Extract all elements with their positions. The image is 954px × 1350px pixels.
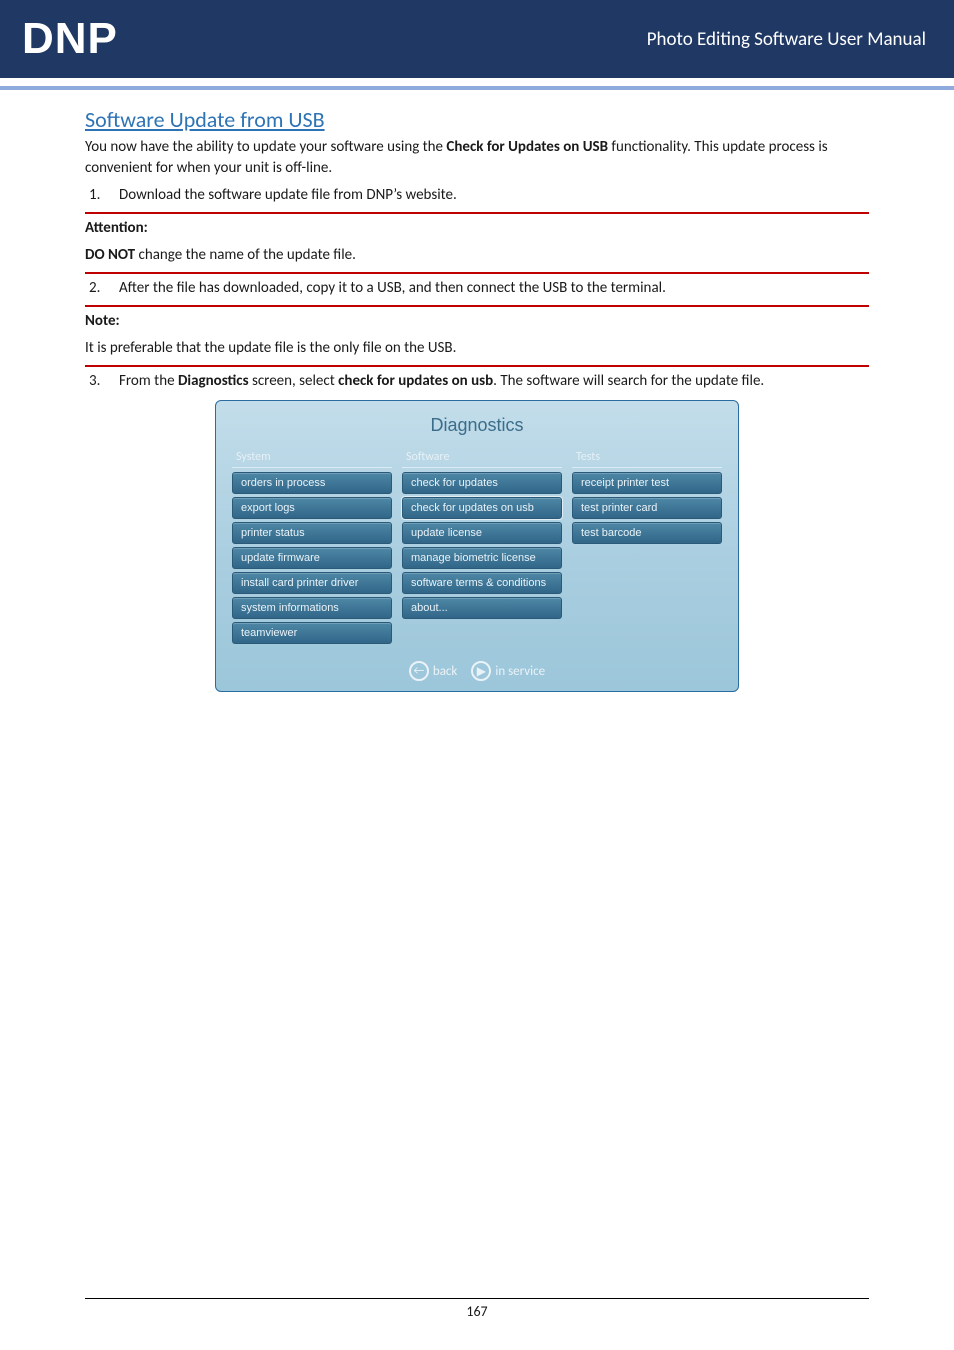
step-2-text: After the file has downloaded, copy it t… bbox=[119, 278, 869, 299]
step-3-text: From the Diagnostics screen, select chec… bbox=[119, 371, 869, 392]
column-software-head: Software bbox=[402, 448, 562, 468]
diagnostics-screenshot: Diagnostics System orders in process exp… bbox=[215, 400, 739, 692]
back-label: back bbox=[433, 664, 457, 679]
diagnostics-title: Diagnostics bbox=[226, 415, 728, 436]
content-area: Software Update from USB You now have th… bbox=[0, 90, 954, 692]
manage-biometric-license-button[interactable]: manage biometric license bbox=[402, 547, 562, 569]
step-1-number: 1. bbox=[85, 185, 119, 206]
attention-rule-top bbox=[85, 212, 869, 214]
intro-paragraph: You now have the ability to update your … bbox=[85, 137, 869, 179]
in-service-button[interactable]: ▶ in service bbox=[471, 661, 545, 681]
check-for-updates-button[interactable]: check for updates bbox=[402, 472, 562, 494]
diagnostics-panel: Diagnostics System orders in process exp… bbox=[215, 400, 739, 692]
intro-prefix: You now have the ability to update your … bbox=[85, 138, 446, 156]
system-informations-button[interactable]: system informations bbox=[232, 597, 392, 619]
step-2-number: 2. bbox=[85, 278, 119, 299]
test-printer-card-button[interactable]: test printer card bbox=[572, 497, 722, 519]
about-button[interactable]: about... bbox=[402, 597, 562, 619]
intro-bold: Check for Updates on USB bbox=[446, 138, 608, 156]
column-system: System orders in process export logs pri… bbox=[232, 448, 392, 647]
section-heading: Software Update from USB bbox=[85, 106, 869, 133]
step-3-mid: screen, select bbox=[249, 372, 339, 390]
check-for-updates-on-usb-button[interactable]: check for updates on usb bbox=[402, 497, 562, 519]
note-rule-top bbox=[85, 305, 869, 307]
column-software: Software check for updates check for upd… bbox=[402, 448, 562, 647]
update-firmware-button[interactable]: update firmware bbox=[232, 547, 392, 569]
header-title: Photo Editing Software User Manual bbox=[647, 28, 926, 51]
back-arrow-icon: ← bbox=[409, 661, 429, 681]
step-3-prefix: From the bbox=[119, 372, 178, 390]
test-barcode-button[interactable]: test barcode bbox=[572, 522, 722, 544]
export-logs-button[interactable]: export logs bbox=[232, 497, 392, 519]
step-3-suffix: . The software will search for the updat… bbox=[493, 372, 764, 390]
footer-rule bbox=[85, 1298, 869, 1299]
attention-rest: change the name of the update file. bbox=[135, 246, 356, 264]
page-number: 167 bbox=[85, 1303, 869, 1320]
teamviewer-button[interactable]: teamviewer bbox=[232, 622, 392, 644]
step-3-bold-1: Diagnostics bbox=[178, 372, 249, 390]
install-card-printer-driver-button[interactable]: install card printer driver bbox=[232, 572, 392, 594]
in-service-label: in service bbox=[495, 664, 545, 679]
attention-rule-bottom bbox=[85, 272, 869, 274]
diagnostics-columns: System orders in process export logs pri… bbox=[226, 448, 728, 647]
column-tests-head: Tests bbox=[572, 448, 722, 468]
column-tests: Tests receipt printer test test printer … bbox=[572, 448, 722, 647]
update-license-button[interactable]: update license bbox=[402, 522, 562, 544]
back-button[interactable]: ← back bbox=[409, 661, 457, 681]
logo: DNP bbox=[22, 14, 118, 64]
note-line: It is preferable that the update file is… bbox=[85, 338, 869, 359]
step-3-bold-2: check for updates on usb bbox=[338, 372, 493, 390]
note-rule-bottom bbox=[85, 365, 869, 367]
note-label: Note: bbox=[85, 311, 869, 332]
orders-in-process-button[interactable]: orders in process bbox=[232, 472, 392, 494]
page-header: DNP Photo Editing Software User Manual bbox=[0, 0, 954, 78]
attention-label: Attention: bbox=[85, 218, 869, 239]
step-2: 2. After the file has downloaded, copy i… bbox=[85, 278, 869, 299]
step-3-number: 3. bbox=[85, 371, 119, 392]
attention-line: DO NOT change the name of the update fil… bbox=[85, 245, 869, 266]
attention-bold: DO NOT bbox=[85, 246, 135, 264]
column-system-head: System bbox=[232, 448, 392, 468]
printer-status-button[interactable]: printer status bbox=[232, 522, 392, 544]
diagnostics-footer: ← back ▶ in service bbox=[226, 661, 728, 681]
play-icon: ▶ bbox=[471, 661, 491, 681]
step-1-text: Download the software update file from D… bbox=[119, 185, 869, 206]
page-footer: 167 bbox=[85, 1298, 869, 1320]
receipt-printer-test-button[interactable]: receipt printer test bbox=[572, 472, 722, 494]
logo-text: DNP bbox=[22, 14, 118, 64]
step-3: 3. From the Diagnostics screen, select c… bbox=[85, 371, 869, 392]
software-terms-conditions-button[interactable]: software terms & conditions bbox=[402, 572, 562, 594]
step-1: 1. Download the software update file fro… bbox=[85, 185, 869, 206]
